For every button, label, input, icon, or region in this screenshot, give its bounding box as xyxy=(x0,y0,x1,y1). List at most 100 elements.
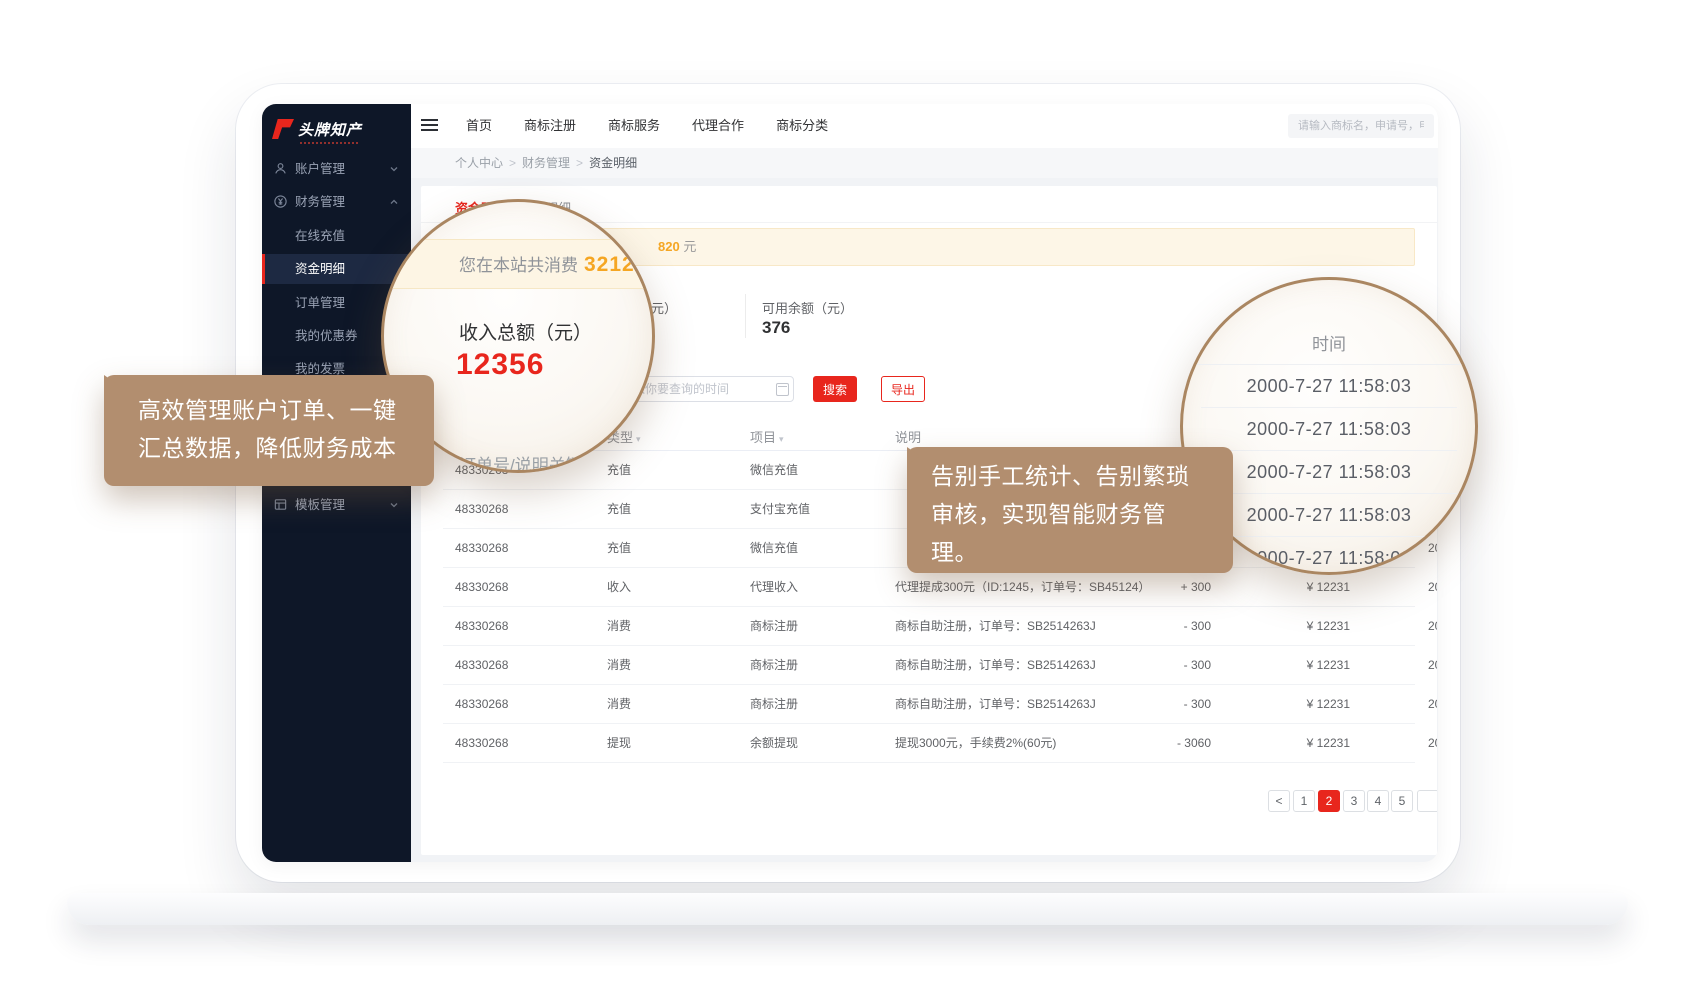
cell-order: 48330268 xyxy=(455,619,508,634)
cell-order: 48330268 xyxy=(455,697,508,712)
cell-order: 48330268 xyxy=(455,736,508,751)
cell-order: 48330268 xyxy=(455,658,508,673)
magnified-income-label: 收入总额（元） xyxy=(459,318,592,345)
cell-time: 2000-7-27 11:58:03 xyxy=(1428,736,1437,751)
cell-time: 2000-7-27 11:58:03 xyxy=(1428,697,1437,712)
top-nav: 首页商标注册商标服务代理合作商标分类 xyxy=(466,104,860,148)
cell-desc: 商标自助注册，订单号：SB2514263J xyxy=(895,697,1096,712)
sort-caret-icon: ▾ xyxy=(779,434,784,444)
cell-project: 微信充值 xyxy=(750,541,798,556)
breadcrumb-item-1[interactable]: 财务管理 xyxy=(522,156,570,170)
cell-balance: ¥ 12231 xyxy=(1260,697,1350,712)
sidebar-item-label: 模板管理 xyxy=(295,490,345,520)
cell-amount: - 300 xyxy=(1111,697,1211,712)
cell-amount: + 300 xyxy=(1111,580,1211,595)
cell-desc: 商标自助注册，订单号：SB2514263J xyxy=(895,658,1096,673)
cell-order: 48330268 xyxy=(455,541,508,556)
cell-desc: 提现3000元，手续费2%(60元) xyxy=(895,736,1056,751)
cell-project: 余额提现 xyxy=(750,736,798,751)
pagination-page-4[interactable]: 4 xyxy=(1367,790,1389,812)
calendar-icon[interactable] xyxy=(776,383,789,396)
sidebar-item-label: 我的优惠券 xyxy=(295,321,358,351)
sidebar-item-template-management[interactable]: 模板管理 xyxy=(262,490,411,520)
cell-balance: ¥ 12231 xyxy=(1260,580,1350,595)
available-balance-label: 可用余额（元） xyxy=(762,298,853,317)
cell-time: 2000-7-27 11:58:03 xyxy=(1428,580,1437,595)
cell-project: 支付宝充值 xyxy=(750,502,810,517)
chevron-down-icon xyxy=(388,499,400,511)
available-balance-value: 376 xyxy=(762,318,790,338)
cell-type: 充值 xyxy=(607,463,631,478)
pagination-prev-button[interactable]: < xyxy=(1268,790,1290,812)
banner-unit: 元 xyxy=(683,239,696,254)
cell-amount: - 300 xyxy=(1111,658,1211,673)
breadcrumb-bar: 个人中心>财务管理>资金明细 xyxy=(411,148,1438,178)
magnified-time-rows: 2000-7-27 11:58:032000-7-27 11:58:032000… xyxy=(1201,365,1457,575)
template-icon xyxy=(273,497,288,512)
search-input[interactable] xyxy=(1288,114,1434,138)
pagination-page-1[interactable]: 1 xyxy=(1293,790,1315,812)
col-header-project[interactable]: 项目▾ xyxy=(750,426,784,451)
nav-item-1[interactable]: 商标注册 xyxy=(524,104,576,148)
breadcrumb-separator: > xyxy=(509,156,516,170)
cell-desc: 商标自助注册，订单号：SB2514263J xyxy=(895,619,1096,634)
sidebar-item-account-management[interactable]: 账户管理 xyxy=(262,154,411,184)
sidebar-item-label: 资金明细 xyxy=(295,254,345,284)
stat-divider xyxy=(745,294,746,338)
cell-type: 充值 xyxy=(607,541,631,556)
magnified-order-keyword-header: 订单号/说明关键字 xyxy=(459,451,600,473)
brand-tagline-dots xyxy=(300,142,358,144)
topbar: 首页商标注册商标服务代理合作商标分类 xyxy=(411,104,1438,148)
cell-type: 提现 xyxy=(607,736,631,751)
search-button[interactable]: 搜索 xyxy=(813,376,857,402)
hamburger-menu-icon[interactable] xyxy=(421,119,438,132)
banner-tail: 820 元 xyxy=(658,229,696,265)
cell-time: 2000-7-27 11:58:03 xyxy=(1428,619,1437,634)
banner-tail-amount: 820 xyxy=(658,239,680,254)
sidebar-item-label: 账户管理 xyxy=(295,154,345,184)
export-button[interactable]: 导出 xyxy=(881,376,925,402)
nav-item-4[interactable]: 商标分类 xyxy=(776,104,828,148)
cell-type: 消费 xyxy=(607,658,631,673)
chevron-down-icon xyxy=(388,163,400,175)
callout-right: 告别手工统计、告别繁琐 审核，实现智能财务管 理。 xyxy=(907,447,1233,573)
cell-time: 2000-7-27 11:58:03 xyxy=(1428,658,1437,673)
table-row: 48330268消费商标注册商标自助注册，订单号：SB2514263J- 300… xyxy=(421,607,1437,646)
cell-balance: ¥ 12231 xyxy=(1260,619,1350,634)
cell-order: 48330268 xyxy=(455,502,508,517)
brand-logo-icon xyxy=(272,119,294,139)
magnified-time-row: 2000-7-27 11:58:03 xyxy=(1201,494,1457,537)
brand-name: 头牌知产 xyxy=(298,119,362,140)
magnified-time-header: 时间 xyxy=(1213,330,1445,355)
sidebar-item-finance-management[interactable]: 财务管理 xyxy=(262,187,411,217)
pagination-next-button[interactable] xyxy=(1417,790,1437,812)
pagination-page-2[interactable]: 2 xyxy=(1318,790,1340,812)
magnified-time-row: 2000-7-27 11:58:03 xyxy=(1201,365,1457,408)
pagination: <12345 xyxy=(421,790,1437,812)
cell-type: 消费 xyxy=(607,697,631,712)
sidebar-item-label: 订单管理 xyxy=(295,288,345,318)
pagination-page-5[interactable]: 5 xyxy=(1391,790,1413,812)
callout-left: 高效管理账户订单、一键 汇总数据，降低财务成本 xyxy=(104,375,434,486)
breadcrumb-item-2: 资金明细 xyxy=(589,156,637,170)
breadcrumb-item-0[interactable]: 个人中心 xyxy=(455,156,503,170)
chevron-up-icon xyxy=(388,196,400,208)
magnified-consumption-text: 您在本站共消费32124 xyxy=(459,251,647,277)
magnified-time-row: 2000-7-27 11:58:03 xyxy=(1201,451,1457,494)
finance-icon xyxy=(273,194,288,209)
cell-project: 商标注册 xyxy=(750,619,798,634)
nav-item-3[interactable]: 代理合作 xyxy=(692,104,744,148)
cell-type: 收入 xyxy=(607,580,631,595)
cell-type: 充值 xyxy=(607,502,631,517)
cell-project: 微信充值 xyxy=(750,463,798,478)
user-icon xyxy=(273,161,288,176)
table-row: 48330268消费商标注册商标自助注册，订单号：SB2514263J- 300… xyxy=(421,685,1437,724)
pagination-page-3[interactable]: 3 xyxy=(1343,790,1365,812)
cell-order: 48330268 xyxy=(455,580,508,595)
magnified-time-row: 2000-7-27 11:58:03 xyxy=(1201,537,1457,575)
magnified-time-row: 2000-7-27 11:58:03 xyxy=(1201,408,1457,451)
cell-type: 消费 xyxy=(607,619,631,634)
nav-item-0[interactable]: 首页 xyxy=(466,104,492,148)
table-row: 48330268提现余额提现提现3000元，手续费2%(60元)- 3060¥ … xyxy=(421,724,1437,763)
nav-item-2[interactable]: 商标服务 xyxy=(608,104,660,148)
